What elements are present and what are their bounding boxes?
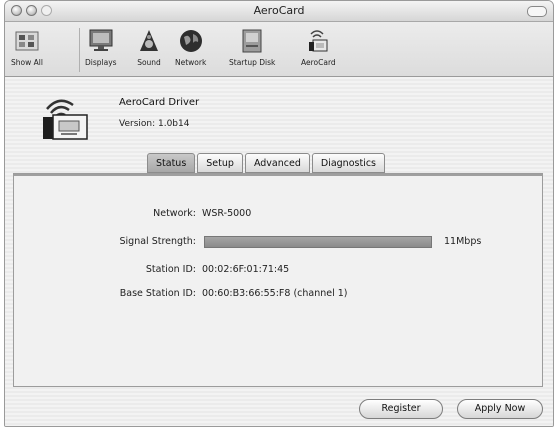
toolbar-item-label: Displays xyxy=(85,58,117,67)
base-station-id-label: Base Station ID: xyxy=(119,288,196,299)
signal-strength-label: Signal Strength: xyxy=(119,236,197,247)
signal-speed: 11Mbps xyxy=(444,236,482,247)
tab-bar: Status Setup Advanced Diagnostics xyxy=(147,153,387,173)
toolbar-item-label: Network xyxy=(175,58,207,67)
signal-strength-fill xyxy=(205,237,431,247)
toolbar-item-network[interactable]: Network xyxy=(175,26,206,67)
toolbar-toggle-button[interactable] xyxy=(527,6,547,17)
tab-advanced[interactable]: Advanced xyxy=(244,153,310,173)
status-panel: Network: WSR-5000 Signal Strength: 11Mbp… xyxy=(13,173,543,387)
disk-icon xyxy=(237,26,267,56)
display-icon xyxy=(86,26,116,56)
preference-pane: AeroCard Driver Version: 1.0b14 Status S… xyxy=(5,77,553,426)
toolbar-item-show-all[interactable]: Show All xyxy=(11,26,43,67)
title-bar[interactable]: AeroCard xyxy=(5,1,553,22)
apply-now-button[interactable]: Apply Now xyxy=(457,399,543,419)
driver-version: Version: 1.0b14 xyxy=(119,119,190,129)
toolbar-separator xyxy=(79,28,80,72)
tab-setup[interactable]: Setup xyxy=(197,153,243,173)
wireless-card-icon xyxy=(41,91,91,143)
window-title: AeroCard xyxy=(253,4,305,17)
grid-icon xyxy=(12,26,42,56)
toolbar-item-label: Show All xyxy=(11,58,43,67)
toolbar: Show All Displays Sound Network Startup xyxy=(5,22,553,77)
toolbar-item-label: Startup Disk xyxy=(229,58,276,67)
preferences-window: AeroCard Show All Displays Sound Network… xyxy=(4,0,554,427)
speaker-icon xyxy=(134,26,164,56)
globe-icon xyxy=(176,26,206,56)
toolbar-item-startup-disk[interactable]: Startup Disk xyxy=(229,26,275,67)
network-label: Network: xyxy=(153,208,196,219)
register-button[interactable]: Register xyxy=(359,399,443,419)
toolbar-item-label: Sound xyxy=(137,58,161,67)
toolbar-item-sound[interactable]: Sound xyxy=(134,26,164,67)
tab-status[interactable]: Status xyxy=(147,153,196,173)
network-value: WSR-5000 xyxy=(202,208,252,219)
station-id-label: Station ID: xyxy=(145,264,196,275)
toolbar-item-displays[interactable]: Displays xyxy=(85,26,117,67)
panel-divider xyxy=(14,174,542,176)
toolbar-item-label: AeroCard xyxy=(301,58,336,67)
tab-diagnostics[interactable]: Diagnostics xyxy=(311,153,386,173)
signal-strength-meter xyxy=(204,236,432,248)
wireless-card-icon xyxy=(303,26,333,56)
station-id-value: 00:02:6F:01:71:45 xyxy=(202,264,290,275)
toolbar-item-aerocard[interactable]: AeroCard xyxy=(301,26,336,67)
driver-name: AeroCard Driver xyxy=(119,97,200,108)
base-station-id-value: 00:60:B3:66:55:F8 (channel 1) xyxy=(202,288,348,299)
